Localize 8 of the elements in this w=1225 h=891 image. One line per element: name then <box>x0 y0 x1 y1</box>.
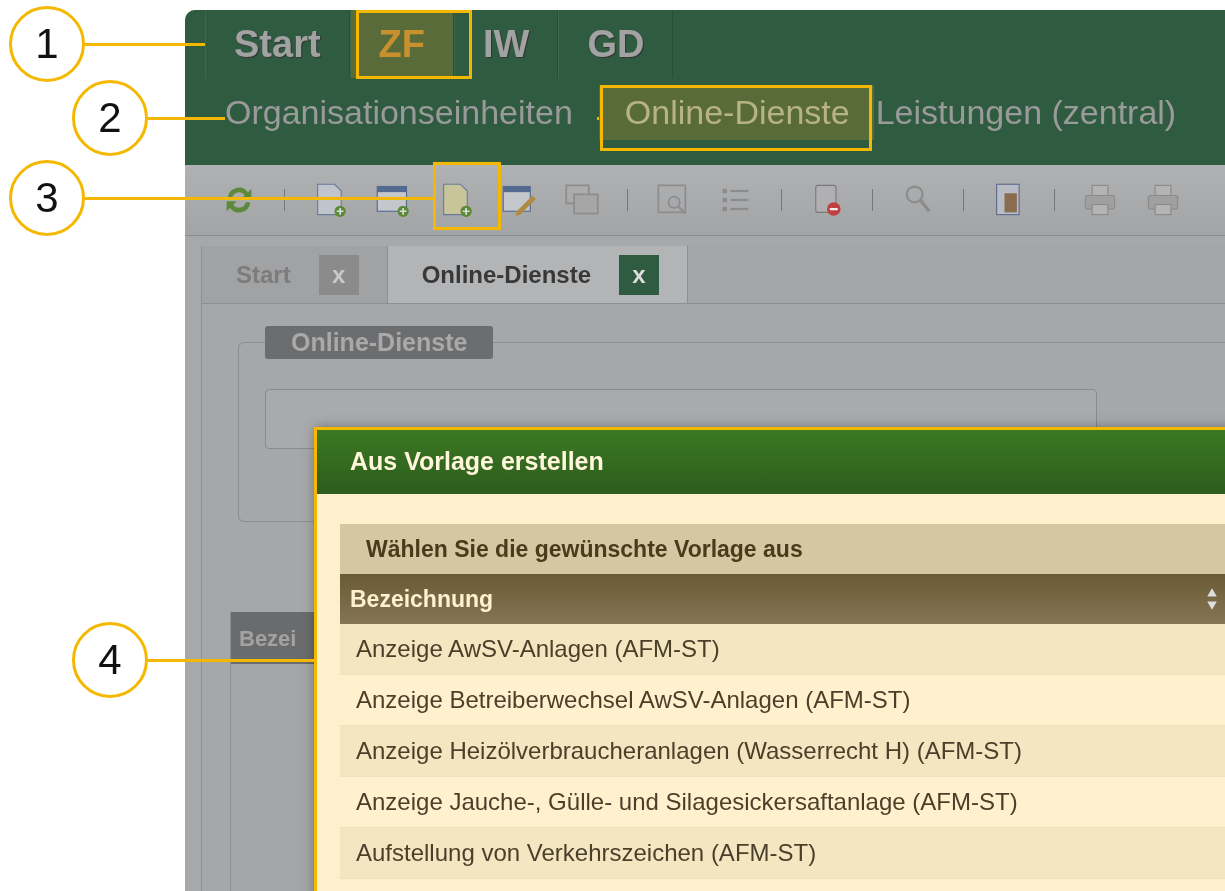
callout-number: 3 <box>9 160 85 236</box>
callout-number: 2 <box>72 80 148 156</box>
grid-caption: Wählen Sie die gewünschte Vorlage aus <box>340 524 1225 574</box>
tab-label: Online-Dienste <box>421 260 592 289</box>
callout-number: 1 <box>9 6 85 82</box>
callout-number: 4 <box>72 622 148 698</box>
fieldset-legend: Online-Dienste <box>265 326 494 359</box>
dialog-title: Aus Vorlage erstellen <box>316 428 1225 494</box>
